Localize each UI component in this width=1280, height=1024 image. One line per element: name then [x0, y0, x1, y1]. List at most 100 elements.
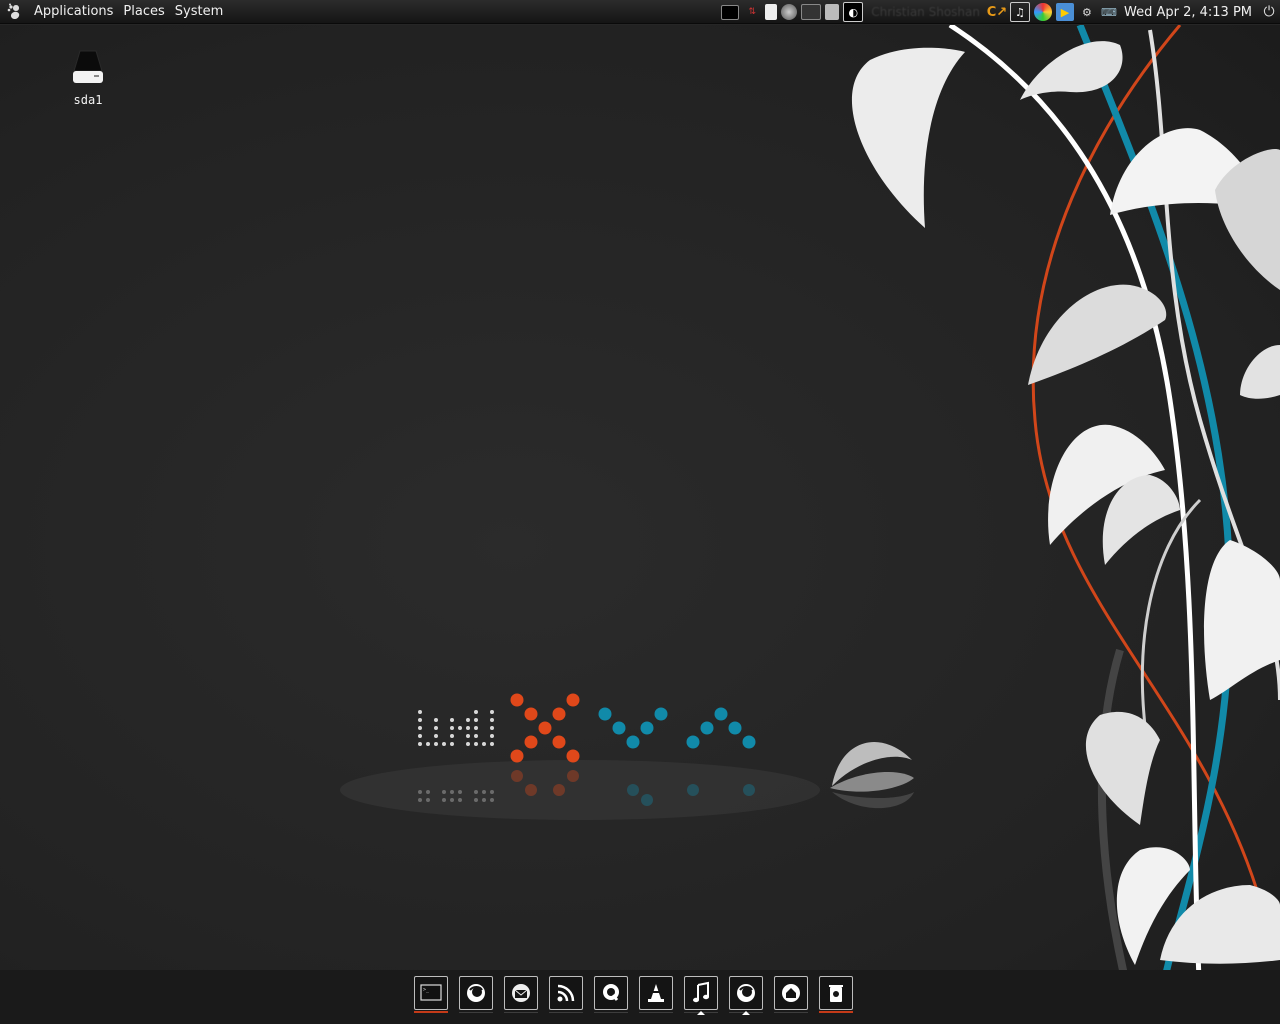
dock-item-terminal[interactable]: >_ — [414, 976, 448, 1013]
camera-icon[interactable]: ⚙ — [1078, 3, 1096, 21]
firefox-icon — [467, 984, 485, 1002]
logo-dot — [466, 726, 470, 730]
logo-dot — [566, 693, 580, 707]
logo-dot — [474, 798, 478, 802]
logo-dot — [482, 742, 486, 746]
terminal-icon[interactable] — [721, 4, 740, 20]
logo-dot — [598, 707, 612, 721]
logo-dot — [510, 749, 524, 763]
logo-dot — [434, 718, 438, 722]
leaves — [851, 41, 1280, 965]
logo-dot — [686, 735, 700, 749]
logo-dot — [640, 721, 654, 735]
firefox-icon — [737, 984, 755, 1002]
colorful-swirl-icon[interactable] — [1033, 3, 1052, 21]
dock-item-music[interactable] — [684, 976, 718, 1015]
logo-dot — [434, 734, 438, 738]
logo-dot — [418, 742, 422, 746]
home-icon — [782, 984, 800, 1002]
logo-dot — [426, 742, 430, 746]
logo-dot — [552, 707, 566, 721]
dock-item-home[interactable] — [774, 976, 808, 1013]
logo-dot — [474, 710, 478, 714]
logo-dot — [567, 770, 579, 782]
clock[interactable]: Wed Apr 2, 4:13 PM — [1124, 5, 1252, 20]
logo-dot — [743, 784, 755, 796]
top-panel: Applications Places System ⇅ ◐ Christian… — [0, 0, 1280, 24]
logo-dot — [450, 742, 454, 746]
dock-item-firefox-2[interactable] — [729, 976, 763, 1015]
logo-dot — [458, 726, 462, 730]
menu-applications[interactable]: Applications — [29, 0, 118, 24]
clipboard-icon[interactable] — [765, 4, 778, 20]
update-icon[interactable]: C↗ — [987, 3, 1007, 21]
logo-dot — [524, 707, 538, 721]
logo-dot — [525, 784, 537, 796]
user-name[interactable]: Christian Shoshan — [871, 5, 980, 19]
logo-dot — [418, 798, 422, 802]
dock-item-quicktime[interactable] — [594, 976, 628, 1013]
firefox-icon[interactable]: ◐ — [843, 2, 864, 22]
music-note-icon[interactable]: ♫ — [1009, 2, 1030, 22]
logo-dot — [654, 707, 668, 721]
music-note-icon — [693, 981, 709, 1003]
network-activity-icon[interactable]: ⇅ — [743, 3, 761, 21]
logo-dot — [612, 721, 626, 735]
network-icon[interactable]: ⌨ — [1100, 3, 1118, 21]
dock-item-trash[interactable] — [819, 976, 853, 1013]
globe-icon[interactable] — [781, 4, 798, 20]
dock-item-mail[interactable] — [504, 976, 538, 1013]
logo-dot — [466, 718, 470, 722]
logo-dot — [458, 790, 462, 794]
system-monitor-icon[interactable] — [801, 4, 822, 20]
rss-icon — [557, 984, 575, 1002]
dock-item-firefox[interactable] — [459, 976, 493, 1013]
logo-dot — [538, 721, 552, 735]
files-icon[interactable] — [825, 4, 840, 20]
logo-dot — [511, 770, 523, 782]
logo-dot — [474, 718, 478, 722]
logo-dot — [418, 734, 422, 738]
logo-dot — [627, 784, 639, 796]
cone-icon — [648, 984, 664, 1002]
logo-dot — [714, 707, 728, 721]
logo-dot — [450, 718, 454, 722]
trash-icon — [829, 985, 843, 1002]
logo-dot — [524, 735, 538, 749]
power-icon[interactable]: ⏻ — [1260, 3, 1278, 21]
dock-item-vlc[interactable] — [639, 976, 673, 1013]
logo-dot — [566, 749, 580, 763]
logo-dot — [434, 726, 438, 730]
logo-dot — [434, 742, 438, 746]
menu-places[interactable]: Places — [118, 0, 169, 24]
svg-text:>_: >_ — [423, 987, 430, 993]
logo-dot — [687, 784, 699, 796]
logo-dot — [490, 742, 494, 746]
logo-dot — [482, 790, 486, 794]
q-icon — [603, 984, 619, 1001]
media-player-icon[interactable]: ▶ — [1055, 3, 1074, 21]
logo-dot — [426, 798, 430, 802]
logo-dot — [641, 794, 653, 806]
desktop-icon-sda1[interactable]: sda1 — [62, 49, 114, 107]
logo-dot — [490, 726, 494, 730]
logo-dot — [490, 798, 494, 802]
logo-dot — [700, 721, 714, 735]
drive-icon — [73, 50, 103, 83]
logo-dot — [474, 726, 478, 730]
logo-dot — [552, 735, 566, 749]
wallpaper — [340, 25, 1280, 970]
terminal-icon: >_ — [420, 984, 442, 1001]
mail-icon — [512, 984, 530, 1002]
gnome-foot-icon[interactable] — [5, 2, 25, 22]
logo-dot — [474, 742, 478, 746]
logo-dot — [490, 710, 494, 714]
menu-system[interactable]: System — [170, 0, 228, 24]
dock: >_ — [0, 970, 1280, 1024]
leaf-emblem — [830, 742, 914, 809]
logo-dot — [418, 790, 422, 794]
dock-item-rss[interactable] — [549, 976, 583, 1013]
logo-dot — [450, 798, 454, 802]
logo-dot — [490, 734, 494, 738]
logo-dot — [626, 735, 640, 749]
